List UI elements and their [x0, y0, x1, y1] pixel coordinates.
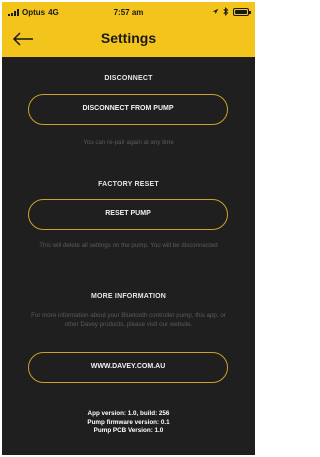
battery-icon	[233, 7, 251, 16]
page-title: Settings	[100, 30, 157, 46]
more-info-heading: MORE INFORMATION	[90, 293, 166, 300]
status-icons	[212, 7, 251, 16]
factory-reset-heading: FACTORY RESET	[98, 181, 159, 188]
disconnect-note: You can re-pair again at any time	[83, 139, 174, 146]
pcb-version: Pump PCB Version: 1.0	[93, 427, 164, 434]
more-info-note: For more information about your Bluetoot…	[31, 312, 226, 328]
firmware-version: Pump firmware version: 0.1	[87, 418, 170, 426]
reset-note: This will delete all settings on the pum…	[39, 242, 218, 249]
nav-bar: Settings	[2, 22, 255, 57]
app-version: App version: 1.0, build: 256	[87, 410, 170, 417]
app-screen: Optus 4G 7:57 am Settings DISCONNECT DIS…	[2, 2, 255, 455]
reset-pump-button[interactable]: RESET PUMP	[28, 199, 228, 230]
location-icon	[212, 8, 219, 15]
disconnect-heading: DISCONNECT	[104, 75, 153, 82]
status-bar: Optus 4G 7:57 am	[2, 2, 255, 22]
bluetooth-icon	[223, 7, 229, 16]
website-link-button[interactable]: WWW.DAVEY.COM.AU	[28, 352, 228, 383]
disconnect-button[interactable]: DISCONNECT FROM PUMP	[28, 94, 228, 125]
